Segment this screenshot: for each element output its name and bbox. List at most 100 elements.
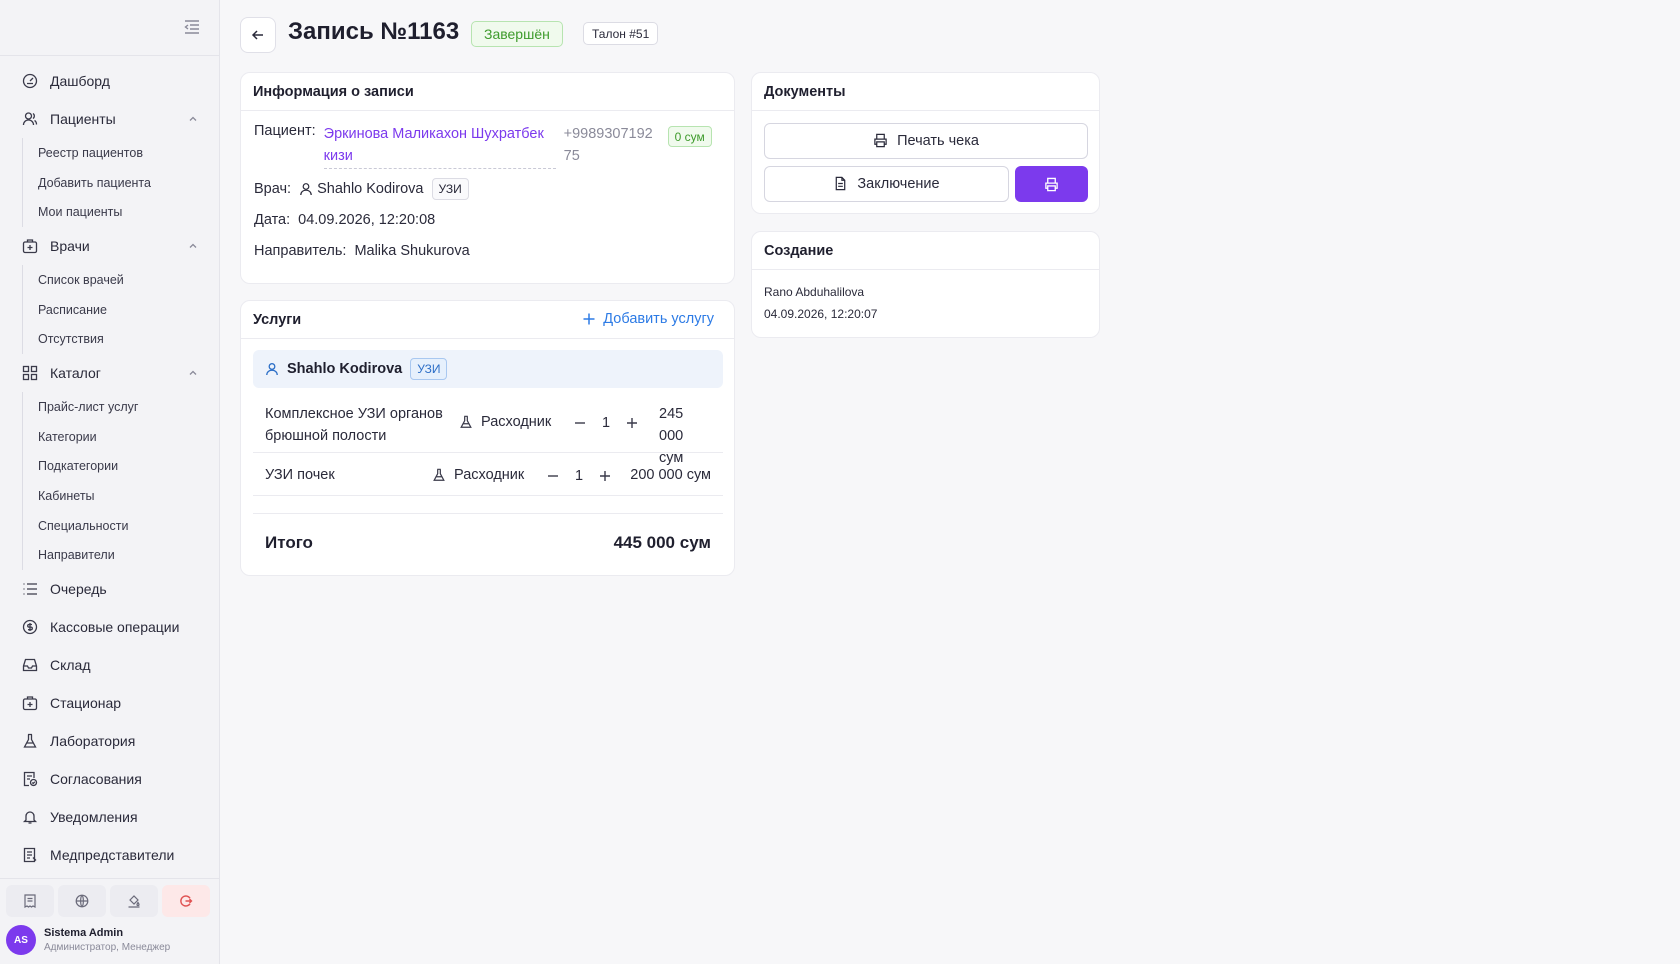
user-icon bbox=[266, 363, 278, 376]
user-role: Администратор, Менеджер bbox=[44, 942, 171, 953]
sidebar-item-approvals[interactable]: Согласования bbox=[0, 760, 219, 798]
sidebar-item-queue[interactable]: Очередь bbox=[0, 570, 219, 608]
card-title: Создание bbox=[752, 232, 1099, 270]
sidebar-item-cash[interactable]: Кассовые операции bbox=[0, 608, 219, 646]
sidebar-item-patients[interactable]: Пациенты bbox=[0, 100, 219, 138]
flask-icon bbox=[22, 733, 38, 749]
sidebar-item-label: Уведомления bbox=[50, 809, 138, 826]
plus-icon[interactable] bbox=[596, 467, 614, 485]
creator-name: Rano Abduhalilova bbox=[764, 285, 865, 299]
sidebar-subitem[interactable]: Отсутствия bbox=[23, 324, 219, 354]
list-icon bbox=[22, 581, 38, 597]
sidebar-item-doctors[interactable]: Врачи bbox=[0, 227, 219, 265]
plus-icon[interactable] bbox=[623, 414, 641, 432]
service-row: Комплексное УЗИ органов брюшной полости … bbox=[253, 398, 723, 466]
quantity-value: 1 bbox=[574, 468, 584, 484]
sidebar-subitem[interactable]: Направители bbox=[23, 541, 219, 571]
balance-badge: 0 сум bbox=[667, 126, 712, 147]
sidebar-submenu-patients: Реестр пациентов Добавить пациента Мои п… bbox=[22, 138, 219, 228]
user-name: Sistema Admin bbox=[44, 927, 124, 939]
sidebar-item-dashboard[interactable]: Дашборд bbox=[0, 62, 219, 100]
doctor-label: Врач: bbox=[254, 181, 292, 197]
document-check-icon bbox=[22, 771, 38, 787]
sidebar-subitem[interactable]: Категории bbox=[23, 422, 219, 452]
consumable-label: Расходник bbox=[481, 414, 552, 430]
consumable-button[interactable]: Расходник bbox=[459, 414, 551, 430]
add-service-button[interactable]: Добавить услугу bbox=[582, 311, 714, 327]
sidebar-footer: AS Sistema Admin Администратор, Менеджер bbox=[0, 878, 219, 964]
grid-icon bbox=[22, 365, 38, 381]
service-doctor-group: Shahlo Kodirova УЗИ bbox=[253, 350, 723, 388]
patient-row: Пациент: Эркинова Маликахон Шухратбек ки… bbox=[254, 123, 712, 169]
sidebar-nav: Дашборд Пациенты Реестр пациентов Добави… bbox=[0, 56, 219, 874]
group-doctor-name: Shahlo Kodirova bbox=[287, 361, 403, 377]
sidebar-collapse-icon[interactable] bbox=[183, 18, 201, 36]
sidebar-subitem[interactable]: Расписание bbox=[23, 295, 219, 325]
plus-icon bbox=[583, 313, 595, 325]
sidebar-item-warehouse[interactable]: Склад bbox=[0, 646, 219, 684]
bell-icon bbox=[22, 809, 38, 825]
add-service-label: Добавить услугу bbox=[603, 311, 714, 327]
back-button[interactable] bbox=[240, 17, 276, 53]
doctor-name: Shahlo Kodirova bbox=[317, 181, 424, 197]
globe-icon[interactable] bbox=[58, 885, 106, 917]
avatar: AS bbox=[6, 925, 36, 955]
sidebar-subitem[interactable]: Мои пациенты bbox=[23, 197, 219, 227]
page-title: Запись №1163 bbox=[288, 18, 460, 45]
sidebar-subitem[interactable]: Реестр пациентов bbox=[23, 138, 219, 168]
sidebar-subitem[interactable]: Специальности bbox=[23, 511, 219, 541]
logout-icon[interactable] bbox=[162, 885, 210, 917]
card-title: Документы bbox=[752, 73, 1099, 111]
quantity-stepper: 1 bbox=[571, 414, 641, 432]
sidebar-item-label: Дашборд bbox=[50, 73, 110, 89]
receipt-icon[interactable] bbox=[6, 885, 54, 917]
sidebar-item-label: Медпредставители bbox=[50, 847, 175, 864]
appointment-info-card: Информация о записи Пациент: Эркинова Ма… bbox=[240, 72, 735, 284]
consumable-button[interactable]: Расходник bbox=[432, 467, 524, 483]
sidebar-item-label: Каталог bbox=[50, 365, 101, 382]
arrow-left-icon bbox=[251, 30, 263, 40]
user-profile[interactable]: AS Sistema Admin Администратор, Менеджер bbox=[6, 925, 170, 955]
total-row: Итого 445 000 сум bbox=[253, 513, 723, 573]
documents-card: Документы Печать чека Заключение bbox=[751, 72, 1100, 214]
conclusion-label: Заключение bbox=[857, 176, 940, 192]
sidebar-submenu-doctors: Список врачей Расписание Отсутствия bbox=[22, 265, 219, 355]
sidebar-item-reps[interactable]: Медпредставители bbox=[0, 836, 219, 874]
printer-icon bbox=[873, 133, 889, 149]
referrer-row: Направитель: Malika Shukurova bbox=[254, 243, 470, 259]
conclusion-button[interactable]: Заключение bbox=[764, 166, 1009, 202]
sidebar: Дашборд Пациенты Реестр пациентов Добави… bbox=[0, 0, 220, 964]
sidebar-item-label: Кассовые операции bbox=[50, 619, 180, 636]
minus-icon[interactable] bbox=[544, 467, 562, 485]
quantity-stepper: 1 bbox=[544, 467, 614, 485]
paint-bucket-icon[interactable] bbox=[110, 885, 158, 917]
sidebar-item-notifications[interactable]: Уведомления bbox=[0, 798, 219, 836]
print-receipt-button[interactable]: Печать чека bbox=[764, 123, 1088, 159]
specialty-tag: УЗИ bbox=[431, 178, 469, 200]
consumable-label: Расходник bbox=[454, 467, 525, 483]
printer-icon bbox=[1045, 177, 1058, 191]
sidebar-subitem[interactable]: Прайс-лист услуг bbox=[23, 392, 219, 422]
sidebar-item-catalog[interactable]: Каталог bbox=[0, 354, 219, 392]
chevron-up-icon bbox=[187, 113, 199, 125]
flask-icon bbox=[433, 468, 445, 481]
doctor-row: Врач: Shahlo Kodirova УЗИ bbox=[254, 178, 469, 200]
referrer-value: Malika Shukurova bbox=[354, 243, 470, 259]
sidebar-subitem[interactable]: Кабинеты bbox=[23, 481, 219, 511]
print-conclusion-button[interactable] bbox=[1015, 166, 1088, 202]
sidebar-item-lab[interactable]: Лаборатория bbox=[0, 722, 219, 760]
quantity-value: 1 bbox=[601, 415, 611, 431]
sidebar-item-label: Согласования bbox=[50, 771, 142, 788]
sidebar-subitem[interactable]: Добавить пациента bbox=[23, 168, 219, 198]
sidebar-header bbox=[0, 0, 219, 56]
patient-name-link[interactable]: Эркинова Маликахон Шухратбек кизи bbox=[323, 123, 556, 169]
sidebar-subitem[interactable]: Подкатегории bbox=[23, 452, 219, 482]
ticket-badge: Талон #51 bbox=[583, 22, 659, 45]
specialty-tag: УЗИ bbox=[410, 358, 448, 380]
chevron-up-icon bbox=[187, 367, 199, 379]
minus-icon[interactable] bbox=[571, 414, 589, 432]
sidebar-item-inpatient[interactable]: Стационар bbox=[0, 684, 219, 722]
dashboard-icon bbox=[22, 73, 38, 89]
total-value: 445 000 сум bbox=[613, 533, 711, 552]
sidebar-subitem[interactable]: Список врачей bbox=[23, 265, 219, 295]
